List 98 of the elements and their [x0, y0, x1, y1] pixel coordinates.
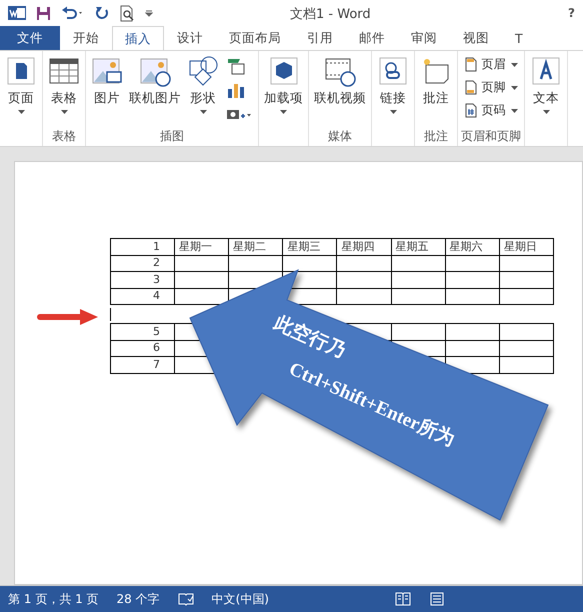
ribbon-tab[interactable]: 审阅: [398, 26, 450, 50]
page-icon: [464, 57, 476, 72]
table-cell: 星期日: [499, 238, 554, 255]
ribbon-icon: [268, 55, 300, 87]
ribbon-button[interactable]: 链接: [375, 53, 411, 144]
ribbon-tab[interactable]: 文件: [0, 26, 60, 50]
ribbon-button[interactable]: 页面: [3, 53, 39, 144]
table-cell: 3: [110, 272, 174, 288]
ribbon-button[interactable]: 表格: [46, 53, 82, 128]
table-cell: [174, 255, 229, 272]
smartart-icon[interactable]: [226, 57, 246, 75]
table-cell: [391, 324, 446, 340]
table-cell: 星期二: [228, 238, 283, 255]
table-cell: [336, 255, 392, 272]
table-cell: [499, 324, 554, 340]
window-title: 文档1 - Word: [290, 6, 371, 23]
ribbon-icon: [530, 55, 562, 87]
table-cell: 6: [110, 340, 174, 356]
caret-icon: [280, 110, 287, 114]
caret-icon: [510, 108, 518, 112]
ribbon-icon: [187, 55, 219, 87]
ribbon-button[interactable]: 加载项: [262, 53, 305, 144]
text-cursor: [110, 308, 111, 320]
table-cell: [499, 340, 554, 356]
ribbon-tab[interactable]: 视图: [450, 26, 502, 50]
table-cell: [445, 340, 500, 356]
ribbon-tab[interactable]: 引用: [294, 26, 346, 50]
table-cell: 星期四: [336, 238, 392, 255]
table-cell: [391, 272, 446, 288]
caret-icon: [18, 110, 24, 114]
caret-icon: [60, 110, 68, 114]
table-cell: [445, 288, 500, 304]
table-cell: 4: [110, 288, 174, 304]
table-cell: [336, 288, 392, 304]
table-cell: 2: [110, 255, 174, 272]
ribbon-icon: [5, 55, 37, 87]
table-cell: 星期六: [445, 238, 500, 255]
table-cell: [391, 288, 446, 304]
caret-icon: [390, 110, 396, 114]
table-cell: 1: [110, 238, 174, 255]
table-cell: [445, 272, 500, 288]
print-layout-icon[interactable]: [429, 592, 445, 606]
page-icon: [464, 103, 476, 118]
group-label: 页眉和页脚: [461, 128, 521, 144]
word-logo-icon[interactable]: [8, 4, 26, 22]
ribbon-button[interactable]: 联机图片: [127, 53, 183, 128]
proofing-icon[interactable]: [178, 592, 194, 606]
ribbon-button[interactable]: 页眉: [462, 53, 520, 76]
table-cell: [499, 255, 554, 272]
group-label: 媒体: [328, 128, 352, 144]
chart-icon[interactable]: [226, 81, 246, 99]
ribbon-icon: [377, 55, 409, 87]
ribbon-button[interactable]: 文本: [528, 53, 564, 144]
table-cell: [445, 324, 500, 340]
ribbon-button[interactable]: 批注: [418, 53, 454, 128]
group-label: 插图: [160, 128, 184, 144]
ribbon-tab[interactable]: 页面布局: [216, 26, 294, 50]
ribbon-tab[interactable]: T: [502, 26, 536, 50]
table-cell: 7: [110, 356, 174, 373]
table-cell: [445, 255, 500, 272]
caret-icon: [510, 86, 518, 90]
table-cell: 5: [110, 324, 174, 340]
table-cell: 星期三: [282, 238, 337, 255]
table-cell: [499, 288, 554, 304]
ribbon-tab[interactable]: 邮件: [346, 26, 398, 50]
table-cell: [336, 272, 392, 288]
table-cell: [391, 255, 446, 272]
table-cell: [499, 272, 554, 288]
ribbon-tab[interactable]: 设计: [164, 26, 216, 50]
language-status[interactable]: 中文(中国): [212, 590, 269, 608]
table-cell: [174, 272, 229, 288]
redo-icon[interactable]: [95, 6, 110, 20]
undo-icon[interactable]: [61, 6, 85, 20]
pointer-arrow: [37, 309, 98, 325]
ribbon-button[interactable]: 页脚: [462, 76, 520, 99]
ribbon-button[interactable]: 页码: [462, 99, 520, 122]
callout-text: 此空行乃: [270, 312, 349, 362]
customize-caret-icon[interactable]: [145, 9, 153, 17]
group-label: 批注: [424, 128, 448, 144]
read-mode-icon[interactable]: [395, 592, 411, 606]
caret-icon: [510, 62, 518, 66]
caret-icon: [542, 110, 550, 114]
table-cell: [499, 356, 554, 373]
page-icon: [464, 80, 476, 95]
ribbon-button[interactable]: 图片: [89, 53, 125, 128]
ribbon-tab[interactable]: 开始: [60, 26, 112, 50]
ribbon-tab[interactable]: 插入: [112, 26, 164, 51]
table-cell: 星期五: [391, 238, 446, 255]
caret-icon: [200, 110, 206, 114]
page-count[interactable]: 第 1 页，共 1 页: [8, 590, 99, 608]
help-button[interactable]: ?: [568, 6, 575, 20]
table-cell: 星期一: [174, 238, 229, 255]
group-label: 表格: [52, 128, 76, 144]
ribbon-button[interactable]: 联机视频: [312, 53, 368, 128]
print-preview-icon[interactable]: [120, 4, 135, 22]
word-count[interactable]: 28 个字: [116, 590, 160, 608]
table-cell: [228, 255, 283, 272]
ribbon-button[interactable]: 形状: [185, 53, 221, 128]
